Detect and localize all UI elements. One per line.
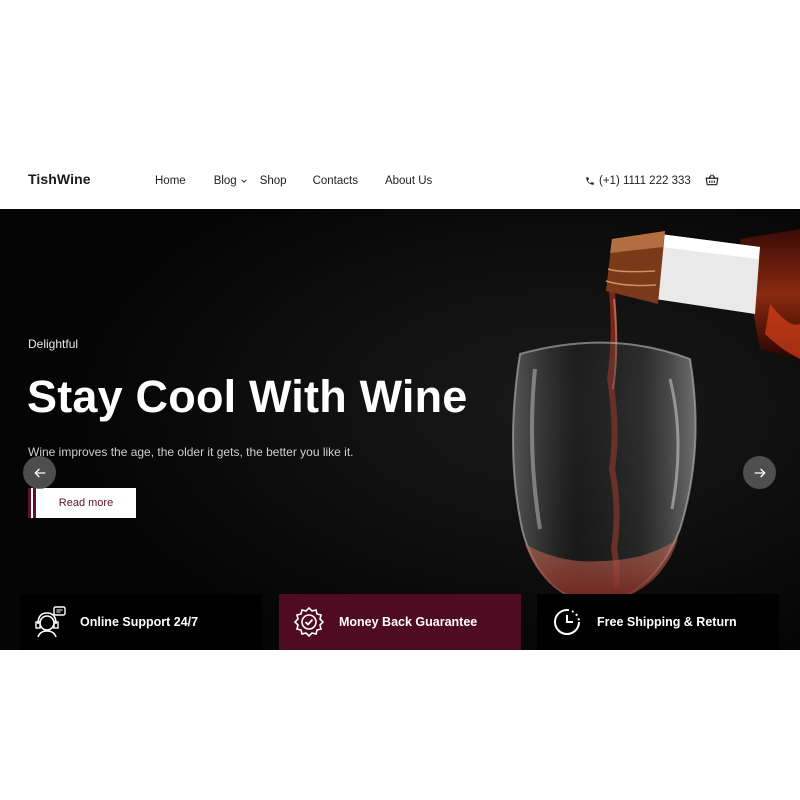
feature-label: Free Shipping & Return [597, 615, 737, 629]
phone-icon [586, 176, 594, 185]
nav-home[interactable]: Home [155, 175, 186, 187]
hero-title: Stay Cool With Wine [27, 371, 468, 422]
phone-link[interactable]: (+1) 1111 222 333 [585, 152, 691, 209]
feature-label: Online Support 24/7 [80, 615, 199, 629]
arrow-right-icon [754, 468, 766, 477]
slider-prev-button[interactable] [23, 456, 56, 489]
nav-contacts[interactable]: Contacts [313, 175, 358, 187]
nav-blog[interactable]: Blog [214, 175, 248, 187]
clock-icon [554, 609, 580, 635]
nav-blog-label: Blog [213, 174, 237, 187]
shopping-basket-icon[interactable] [705, 173, 719, 187]
wine-pour-image [0, 209, 800, 650]
hero-description: Wine improves the age, the older it gets… [28, 445, 354, 459]
nav-about-us[interactable]: About Us [385, 175, 432, 187]
main-nav: Home Blog Shop Contacts About Us [155, 152, 432, 209]
feature-money-back: Money Back Guarantee [279, 594, 521, 650]
feature-free-shipping: Free Shipping & Return [537, 594, 779, 650]
site-logo[interactable]: TishWine [28, 171, 91, 187]
feature-label: Money Back Guarantee [339, 615, 478, 629]
guarantee-badge-icon [293, 606, 325, 638]
nav-shop[interactable]: Shop [260, 175, 287, 187]
chevron-down-icon [240, 178, 247, 183]
hero-slider: Delightful Stay Cool With Wine Wine impr… [0, 209, 800, 650]
feature-online-support: Online Support 24/7 [20, 594, 262, 650]
read-more-button[interactable]: Read more [28, 488, 136, 518]
slider-next-button[interactable] [743, 456, 776, 489]
hero-subtitle: Delightful [28, 337, 79, 351]
phone-number: (+1) 1111 222 333 [599, 174, 691, 187]
support-icon [35, 606, 66, 638]
arrow-left-icon [33, 468, 45, 477]
site-header: TishWine Home Blog Shop Contacts About U… [0, 152, 800, 209]
